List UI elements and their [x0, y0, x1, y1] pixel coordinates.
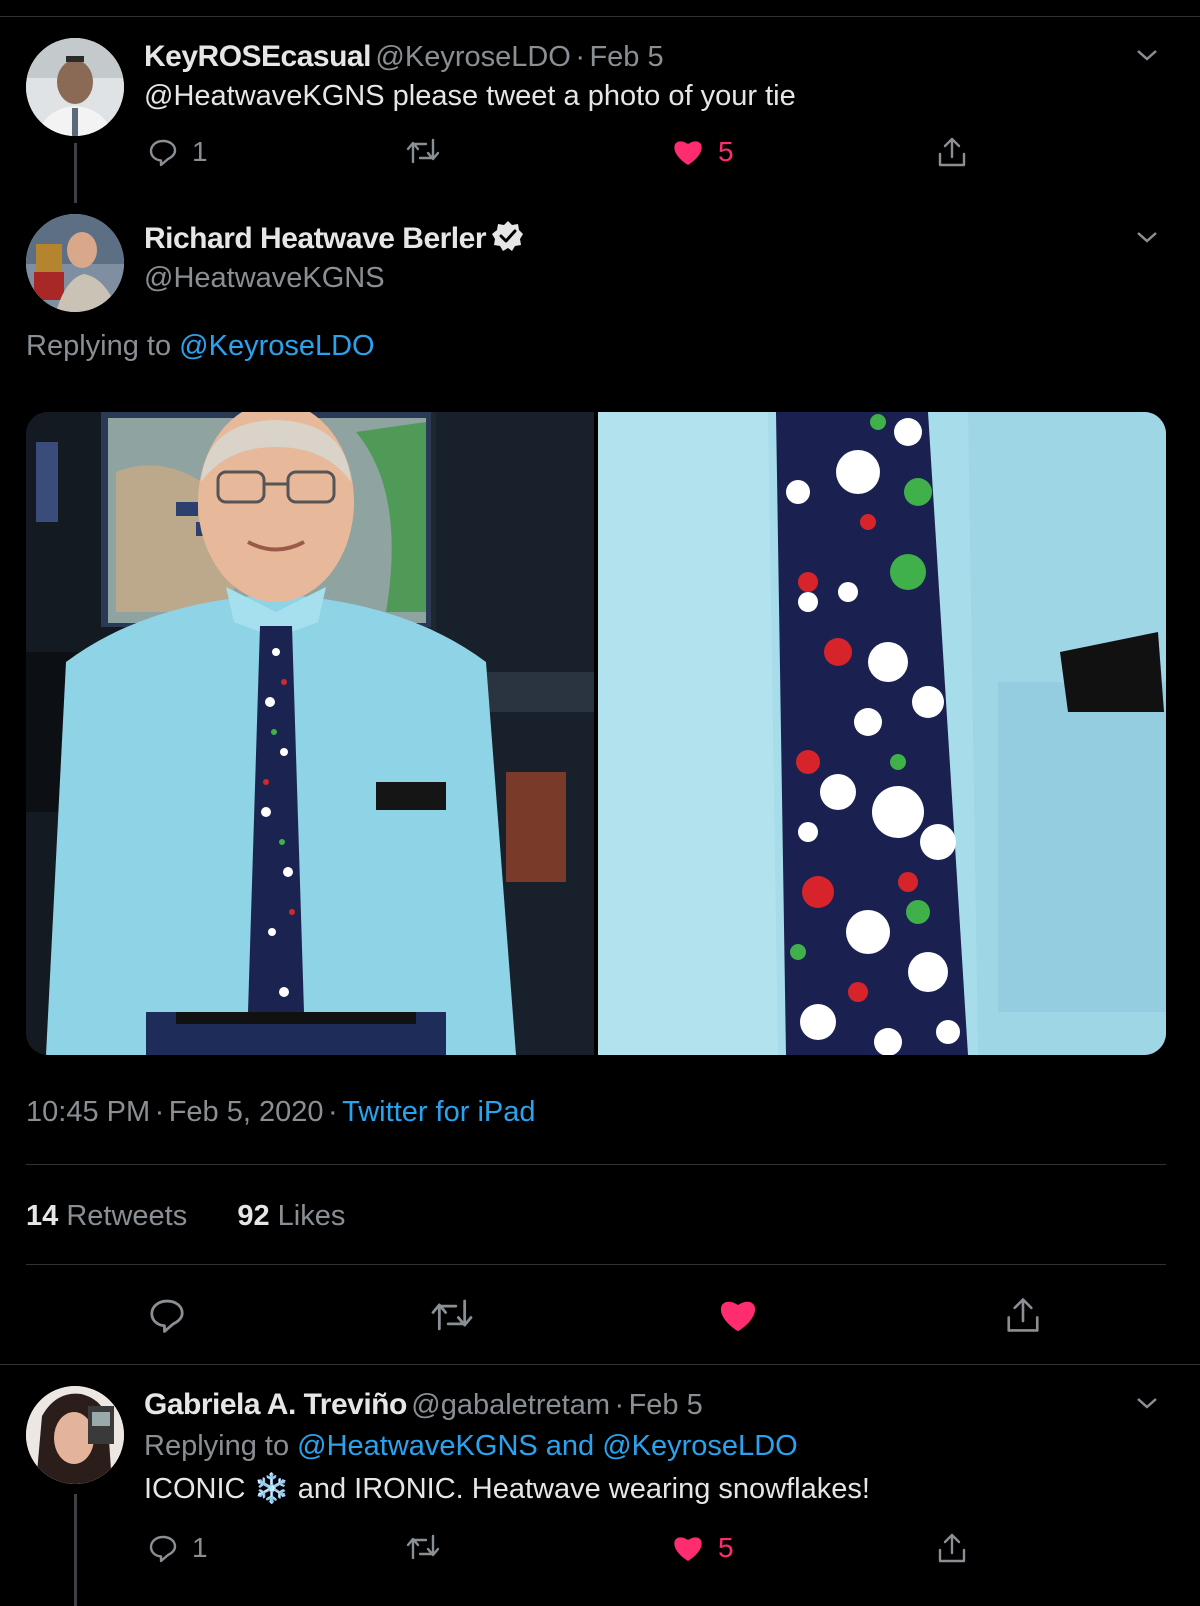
author-handle[interactable]: @KeyroseLDO	[375, 41, 570, 73]
chevron-down-icon[interactable]	[1136, 226, 1158, 248]
author-name[interactable]: Gabriela A. Treviño	[144, 1388, 407, 1421]
author-handle[interactable]: @HeatwaveKGNS	[144, 262, 385, 295]
divider	[26, 1164, 1166, 1165]
tweet-date[interactable]: Feb 5	[629, 1389, 703, 1421]
retweet-icon	[406, 138, 440, 164]
author-handle[interactable]: @gabaletretam	[411, 1389, 610, 1421]
avatar[interactable]	[26, 38, 124, 136]
like-count: 5	[718, 1532, 734, 1563]
tweet-time[interactable]: 10:45 PM	[26, 1096, 150, 1128]
author-name[interactable]: Richard Heatwave Berler	[144, 222, 487, 255]
reply-count: 1	[192, 1532, 208, 1563]
chevron-down-icon[interactable]	[1136, 1392, 1158, 1414]
chevron-down-icon[interactable]	[1136, 44, 1158, 66]
retweets-label: Retweets	[58, 1200, 188, 1232]
media-grid	[26, 412, 1166, 1055]
separator-dot: ·	[154, 1096, 165, 1128]
tweet-meta: 10:45 PM · Feb 5, 2020 · Twitter for iPa…	[26, 1096, 536, 1129]
verified-icon	[492, 221, 523, 251]
tweet-date[interactable]: Feb 5	[589, 41, 663, 73]
separator-dot: ·	[327, 1096, 338, 1128]
like-count: 5	[718, 136, 734, 167]
heart-icon	[720, 1301, 756, 1332]
retweets-count: 14	[26, 1200, 59, 1232]
share-button[interactable]	[936, 1532, 968, 1564]
reply-icon	[149, 1535, 177, 1563]
separator-dot: ·	[614, 1389, 625, 1421]
avatar[interactable]	[26, 214, 124, 312]
replying-label: Replying to	[26, 330, 180, 362]
separator-dot: ·	[575, 41, 585, 73]
thread-line	[74, 143, 77, 203]
divider	[0, 1364, 1200, 1365]
engagement-stats: 14 Retweets 92 Likes	[26, 1200, 345, 1233]
reply-count: 1	[192, 136, 208, 167]
like-button[interactable]: 5	[672, 1532, 734, 1564]
likes-label: Likes	[269, 1200, 346, 1232]
tweet-actions: 1 5	[140, 1532, 1000, 1572]
likes-count: 92	[237, 1200, 270, 1232]
retweet-button[interactable]	[406, 136, 440, 166]
share-icon	[938, 1533, 966, 1563]
reply-button[interactable]: 1	[148, 136, 208, 168]
replying-to-link[interactable]: @HeatwaveKGNS and @KeyroseLDO	[297, 1430, 798, 1462]
avatar[interactable]	[26, 1386, 124, 1484]
like-button[interactable]	[718, 1296, 758, 1334]
likes-stat[interactable]: 92 Likes	[237, 1200, 345, 1232]
tweet-gabriela[interactable]: Gabriela A. Treviño @gabaletretam · Feb …	[0, 1366, 1200, 1606]
author-name[interactable]: KeyROSEcasual	[144, 40, 371, 73]
tweet-text: please tweet a photo of your tie	[384, 80, 796, 112]
replying-label: Replying to	[144, 1430, 298, 1462]
heart-icon	[674, 141, 702, 165]
share-button[interactable]	[1004, 1296, 1042, 1334]
tweet-full-date[interactable]: Feb 5, 2020	[169, 1096, 324, 1128]
replying-to-link[interactable]: @KeyroseLDO	[179, 330, 374, 362]
reply-icon	[150, 1299, 184, 1333]
mention-link[interactable]: @HeatwaveKGNS	[144, 80, 385, 112]
reply-button[interactable]	[148, 1296, 186, 1334]
divider	[26, 1264, 1166, 1265]
share-icon	[938, 137, 966, 167]
share-icon	[1007, 1298, 1039, 1332]
tweet-source[interactable]: Twitter for iPad	[342, 1096, 535, 1128]
photo-man-in-studio[interactable]	[26, 412, 594, 1055]
retweet-button[interactable]	[406, 1532, 440, 1562]
retweets-stat[interactable]: 14 Retweets	[26, 1200, 187, 1232]
tweet-keyrose[interactable]: KeyROSEcasual @KeyroseLDO · Feb 5 @Heatw…	[0, 0, 1200, 200]
photo-tie-closeup[interactable]	[598, 412, 1166, 1055]
retweet-button[interactable]	[430, 1296, 474, 1334]
snowflake-icon: ❄️	[253, 1473, 290, 1505]
tweet-text-part1: ICONIC	[144, 1473, 254, 1505]
thread-line	[74, 1494, 77, 1606]
reply-icon	[149, 139, 177, 167]
heart-icon	[674, 1537, 702, 1561]
like-button[interactable]: 5	[672, 136, 734, 168]
share-button[interactable]	[936, 136, 968, 168]
retweet-icon	[406, 1534, 440, 1560]
main-tweet-actions	[148, 1296, 1048, 1336]
retweet-icon	[431, 1299, 473, 1331]
reply-button[interactable]: 1	[148, 1532, 208, 1564]
tweet-text-part2: and IRONIC. Heatwave wearing snowflakes!	[289, 1473, 870, 1505]
tweet-actions: 1 5	[140, 136, 1000, 176]
